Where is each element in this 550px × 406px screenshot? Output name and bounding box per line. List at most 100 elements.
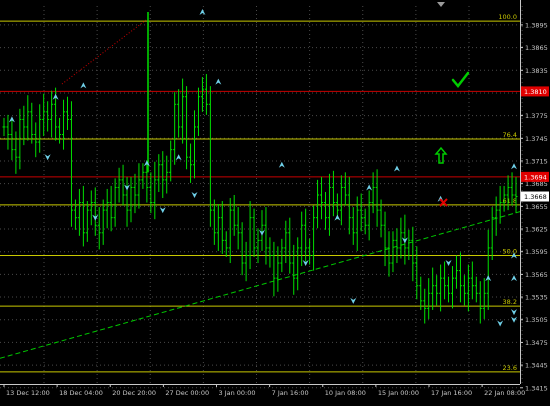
candle xyxy=(427,278,431,319)
candle xyxy=(173,92,177,165)
fractal-up-arrow xyxy=(334,214,341,221)
candle xyxy=(85,201,89,242)
candle xyxy=(165,155,169,194)
fib-level-label: 100.0 xyxy=(498,13,517,21)
fractal-up-arrow xyxy=(393,165,400,172)
y-tick-label: 1.3835 xyxy=(525,67,548,75)
candle xyxy=(157,154,161,192)
candle xyxy=(395,228,399,264)
candle xyxy=(153,161,157,220)
candle xyxy=(454,255,458,289)
candle xyxy=(141,163,145,189)
candle xyxy=(371,172,375,214)
x-tick-label: 20 Dec 20:00 xyxy=(112,389,156,397)
candle xyxy=(304,208,308,262)
candle xyxy=(46,101,50,132)
y-tick-label: 1.3505 xyxy=(525,316,548,324)
candle xyxy=(514,176,518,214)
candle xyxy=(208,86,212,227)
candle xyxy=(260,210,264,251)
fractal-up-arrow xyxy=(366,184,373,191)
candle xyxy=(193,110,197,179)
candle xyxy=(272,241,276,297)
x-tick-label: 13 Dec 12:00 xyxy=(6,389,50,397)
candle xyxy=(50,90,54,138)
fib-level-label: 76.4 xyxy=(503,131,517,139)
fractal-down-arrow xyxy=(511,309,517,316)
candle xyxy=(351,207,355,245)
candle xyxy=(62,99,66,150)
candle xyxy=(58,117,62,144)
trendline xyxy=(0,211,521,359)
candle xyxy=(81,185,85,247)
candle xyxy=(363,208,367,235)
candle xyxy=(256,228,260,264)
candle xyxy=(117,167,121,203)
fractal-up-arrow xyxy=(278,161,285,168)
candle xyxy=(411,226,415,282)
current-price-label: 1.3668 xyxy=(524,193,547,201)
candle xyxy=(462,275,466,306)
x-tick-label: 10 Jan 08:00 xyxy=(325,389,366,397)
x-tick-label: 7 Jan 16:00 xyxy=(272,389,309,397)
candle xyxy=(232,195,236,236)
axes: 1.38951.38651.38351.38051.37751.37451.37… xyxy=(0,0,549,397)
candle xyxy=(447,276,451,303)
candle xyxy=(69,101,73,227)
fib-level-label: 61.8 xyxy=(503,197,517,205)
candle xyxy=(292,244,296,295)
triangle-down-icon[interactable] xyxy=(437,2,445,7)
y-tick-label: 1.3895 xyxy=(525,21,548,29)
fib-level-label: 23.6 xyxy=(503,364,517,372)
candles xyxy=(2,12,518,324)
candle xyxy=(443,261,447,300)
candle xyxy=(252,208,256,257)
x-tick-label: 3 Jan 00:00 xyxy=(219,389,256,397)
chart-canvas[interactable]: 100.076.461.850.038.223.6 1.38951.38651.… xyxy=(0,0,550,402)
candle xyxy=(105,188,109,229)
y-tick-label: 1.3775 xyxy=(525,112,548,120)
y-tick-label: 1.3745 xyxy=(525,135,548,143)
x-tick-label: 18 Dec 04:00 xyxy=(59,389,103,397)
candle xyxy=(339,175,343,226)
candle xyxy=(482,278,486,319)
candle xyxy=(204,74,208,115)
fractal-down-arrow xyxy=(191,192,198,198)
markers xyxy=(434,2,470,207)
candle xyxy=(391,231,395,273)
candle xyxy=(240,222,244,276)
candle xyxy=(439,264,443,312)
candle xyxy=(312,205,316,271)
candle xyxy=(216,204,220,251)
candle xyxy=(65,96,69,130)
checkmark-icon xyxy=(451,71,470,88)
fractal-up-arrow xyxy=(511,163,517,170)
candle xyxy=(30,102,34,144)
candle xyxy=(161,151,165,199)
candle xyxy=(399,217,403,259)
x-tick-label: 27 Dec 00:00 xyxy=(165,389,209,397)
candle xyxy=(177,89,181,138)
fractal-down-arrow xyxy=(159,207,166,214)
levels: 100.076.461.850.038.223.6 xyxy=(0,13,521,373)
candle xyxy=(470,261,474,300)
x-tick-label: 22 Jan 08:00 xyxy=(484,389,525,397)
candle xyxy=(236,207,240,250)
candle xyxy=(466,264,470,312)
candle xyxy=(2,117,6,137)
candle xyxy=(224,231,228,257)
candle xyxy=(458,252,462,303)
y-tick-label: 1.3865 xyxy=(525,44,548,52)
fractal-down-arrow xyxy=(445,260,452,267)
candle xyxy=(228,198,232,264)
candle xyxy=(486,229,490,310)
candle xyxy=(125,176,129,227)
candle xyxy=(185,86,189,170)
candle xyxy=(367,190,371,241)
price-chart[interactable]: 100.0 76.4 61.8 50.0 38.2 23.6 1.3895 1.3865 1.… xyxy=(0,0,550,402)
price-box-label: 1.3694 xyxy=(524,173,547,181)
candle xyxy=(387,231,391,277)
candle xyxy=(169,140,173,182)
y-tick-label: 1.3715 xyxy=(525,157,548,165)
fractal-down-arrow xyxy=(350,297,357,304)
